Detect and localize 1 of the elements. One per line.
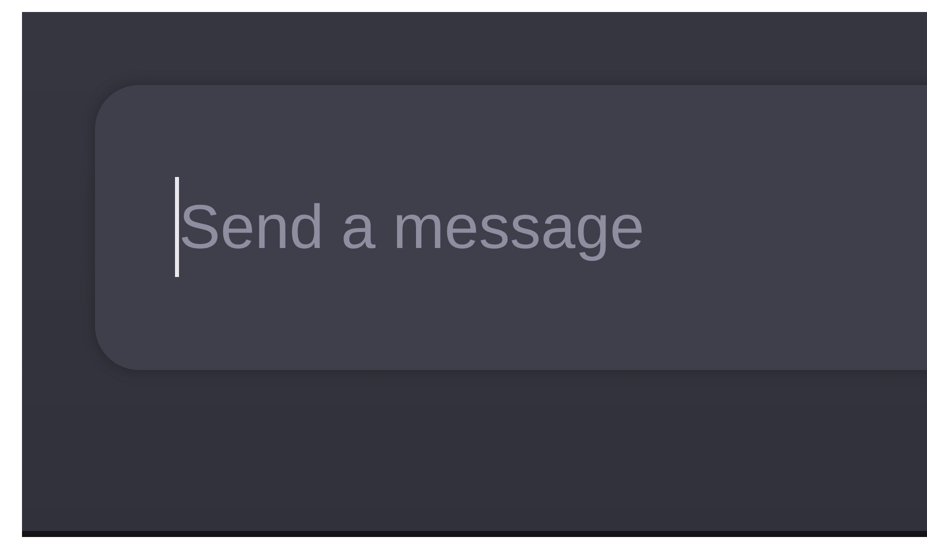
message-field[interactable]: Send a message <box>95 85 927 370</box>
